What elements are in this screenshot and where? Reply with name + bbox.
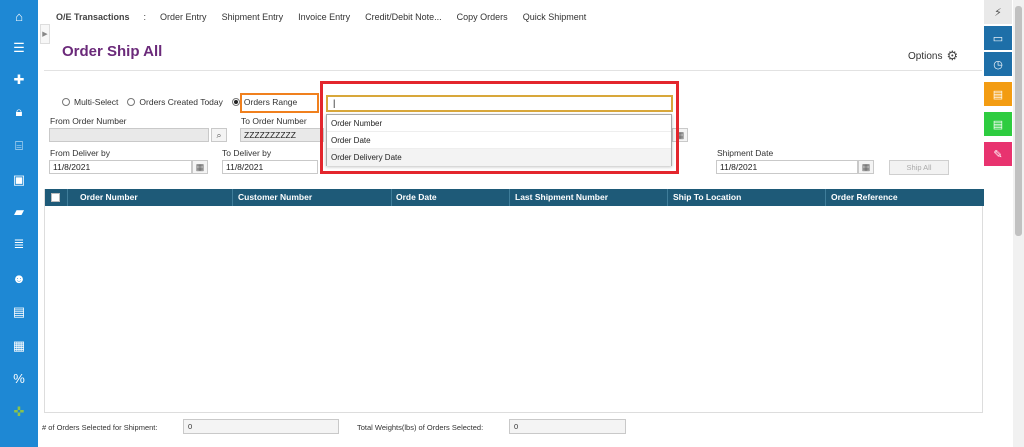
briefcase-icon[interactable]: ▣	[0, 168, 38, 192]
layers-icon[interactable]: ≣	[0, 232, 38, 256]
from-order-number-input[interactable]	[49, 128, 209, 142]
to-order-number-input[interactable]: ZZZZZZZZZZ	[240, 128, 324, 142]
folder-icon[interactable]: ▰	[0, 200, 38, 224]
bank-icon[interactable]: ⌸	[0, 134, 38, 158]
menu-item-shipment-entry[interactable]: Shipment Entry	[222, 12, 284, 26]
window-1-icon[interactable]: ▭	[984, 26, 1012, 50]
column-header-order-number[interactable]: Order Number	[80, 192, 138, 202]
table-icon[interactable]: ▦	[0, 334, 38, 358]
book-icon[interactable]: ▤	[0, 300, 38, 324]
page-scrollbar[interactable]	[1013, 0, 1024, 447]
shipment-date-label: Shipment Date	[717, 148, 774, 158]
to-order-number-label: To Order Number	[241, 116, 307, 126]
column-header-ship-to-location[interactable]: Ship To Location	[673, 192, 741, 202]
menu-separator: :	[143, 12, 147, 22]
options-label: Options	[908, 50, 943, 62]
column-separator	[391, 189, 392, 206]
dropdown-option-order-number[interactable]: Order Number	[327, 115, 671, 132]
document-orange-icon[interactable]: ▤	[984, 82, 1012, 106]
top-menu: O/E Transactions : Order Entry Shipment …	[56, 12, 601, 26]
range-type-dropdown-list: Order Number Order Date Order Delivery D…	[326, 114, 672, 166]
radio-multi-select[interactable]: Multi-Select	[62, 97, 118, 107]
shipment-date-input[interactable]: 11/8/2021	[716, 160, 858, 174]
page-title: Order Ship All	[62, 43, 163, 60]
scrollbar-thumb[interactable]	[1015, 6, 1022, 236]
lightning-icon[interactable]: ⚡︎	[984, 0, 1012, 24]
orders-selected-label: # of Orders Selected for Shipment:	[42, 423, 158, 432]
to-deliver-by-input[interactable]: 11/8/2021	[222, 160, 318, 174]
menu-item-order-entry[interactable]: Order Entry	[160, 12, 207, 26]
column-separator	[667, 189, 668, 206]
radio-circle[interactable]	[127, 98, 136, 106]
options-button[interactable]: Options ⚙	[908, 48, 958, 64]
total-weights-value: 0	[509, 419, 626, 434]
highlight-orders-range	[240, 93, 319, 113]
gear-icon: ⚙	[946, 48, 959, 63]
column-separator	[232, 189, 233, 206]
radio-label: Orders Created Today	[139, 97, 223, 107]
to-deliver-by-label: To Deliver by	[222, 148, 272, 158]
divider	[44, 70, 982, 71]
menu-title: O/E Transactions	[56, 12, 130, 22]
document-green-icon[interactable]: ▤	[984, 112, 1012, 136]
home-icon[interactable]: ⌂	[0, 4, 38, 28]
percent-icon[interactable]: %	[0, 366, 38, 390]
orders-grid: Order Number Customer Number Orde Date L…	[44, 189, 984, 413]
pen-icon[interactable]: ✎	[984, 142, 1012, 166]
radio-label: Multi-Select	[74, 97, 119, 107]
total-weights-label: Total Weights(lbs) of Orders Selected:	[357, 423, 484, 432]
column-header-last-shipment-number[interactable]: Last Shipment Number	[515, 192, 608, 202]
from-deliver-by-label: From Deliver by	[50, 148, 110, 158]
column-header-order-date[interactable]: Orde Date	[396, 192, 437, 202]
ship-all-button[interactable]: Ship All	[889, 160, 949, 175]
column-separator	[67, 189, 68, 206]
left-nav: ⌂ ☰ ✚ 🔒︎ ⌸ ▣ ▰ ≣ ☻ ▤ ▦ % ✜	[0, 0, 38, 447]
upload-list-icon[interactable]: ☰	[0, 36, 38, 60]
grid-header: Order Number Customer Number Orde Date L…	[45, 189, 984, 206]
orders-selected-value: 0	[183, 419, 339, 434]
search-icon[interactable]: ⌕	[211, 128, 227, 142]
calendar-icon[interactable]: ▦	[192, 160, 208, 174]
calendar-icon[interactable]: ▦	[858, 160, 874, 174]
menu-item-credit-debit-note[interactable]: Credit/Debit Note...	[365, 12, 442, 26]
puzzle-icon[interactable]: ✜	[0, 400, 38, 424]
app-root: ⌂ ☰ ✚ 🔒︎ ⌸ ▣ ▰ ≣ ☻ ▤ ▦ % ✜ ▶ O/E Transac…	[0, 0, 1024, 447]
dropdown-option-order-date[interactable]: Order Date	[327, 132, 671, 149]
menu-item-quick-shipment[interactable]: Quick Shipment	[523, 12, 587, 26]
column-header-customer-number[interactable]: Customer Number	[238, 192, 312, 202]
lock-icon[interactable]: 🔒︎	[0, 100, 38, 124]
window-clock-icon[interactable]: ◷	[984, 52, 1012, 76]
radio-orders-created-today[interactable]: Orders Created Today	[127, 97, 223, 107]
select-all-checkbox[interactable]	[51, 193, 60, 202]
menu-item-invoice-entry[interactable]: Invoice Entry	[298, 12, 350, 26]
menu-item-copy-orders[interactable]: Copy Orders	[457, 12, 508, 26]
column-separator	[825, 189, 826, 206]
add-list-icon[interactable]: ✚	[0, 68, 38, 92]
dropdown-option-order-delivery-date[interactable]: Order Delivery Date	[327, 149, 671, 166]
column-separator	[509, 189, 510, 206]
sidebar-toggle-button[interactable]: ▶	[40, 24, 50, 44]
radio-circle[interactable]	[62, 98, 70, 106]
users-icon[interactable]: ☻	[0, 266, 38, 290]
column-header-order-reference[interactable]: Order Reference	[831, 192, 898, 202]
right-dock: ⚡︎ ▭ ◷ ▤ ▤ ✎	[984, 0, 1012, 447]
range-type-input[interactable]: |	[326, 95, 673, 112]
radio-circle-checked[interactable]	[231, 98, 240, 106]
from-order-number-label: From Order Number	[50, 116, 127, 126]
from-deliver-by-input[interactable]: 11/8/2021	[49, 160, 192, 174]
